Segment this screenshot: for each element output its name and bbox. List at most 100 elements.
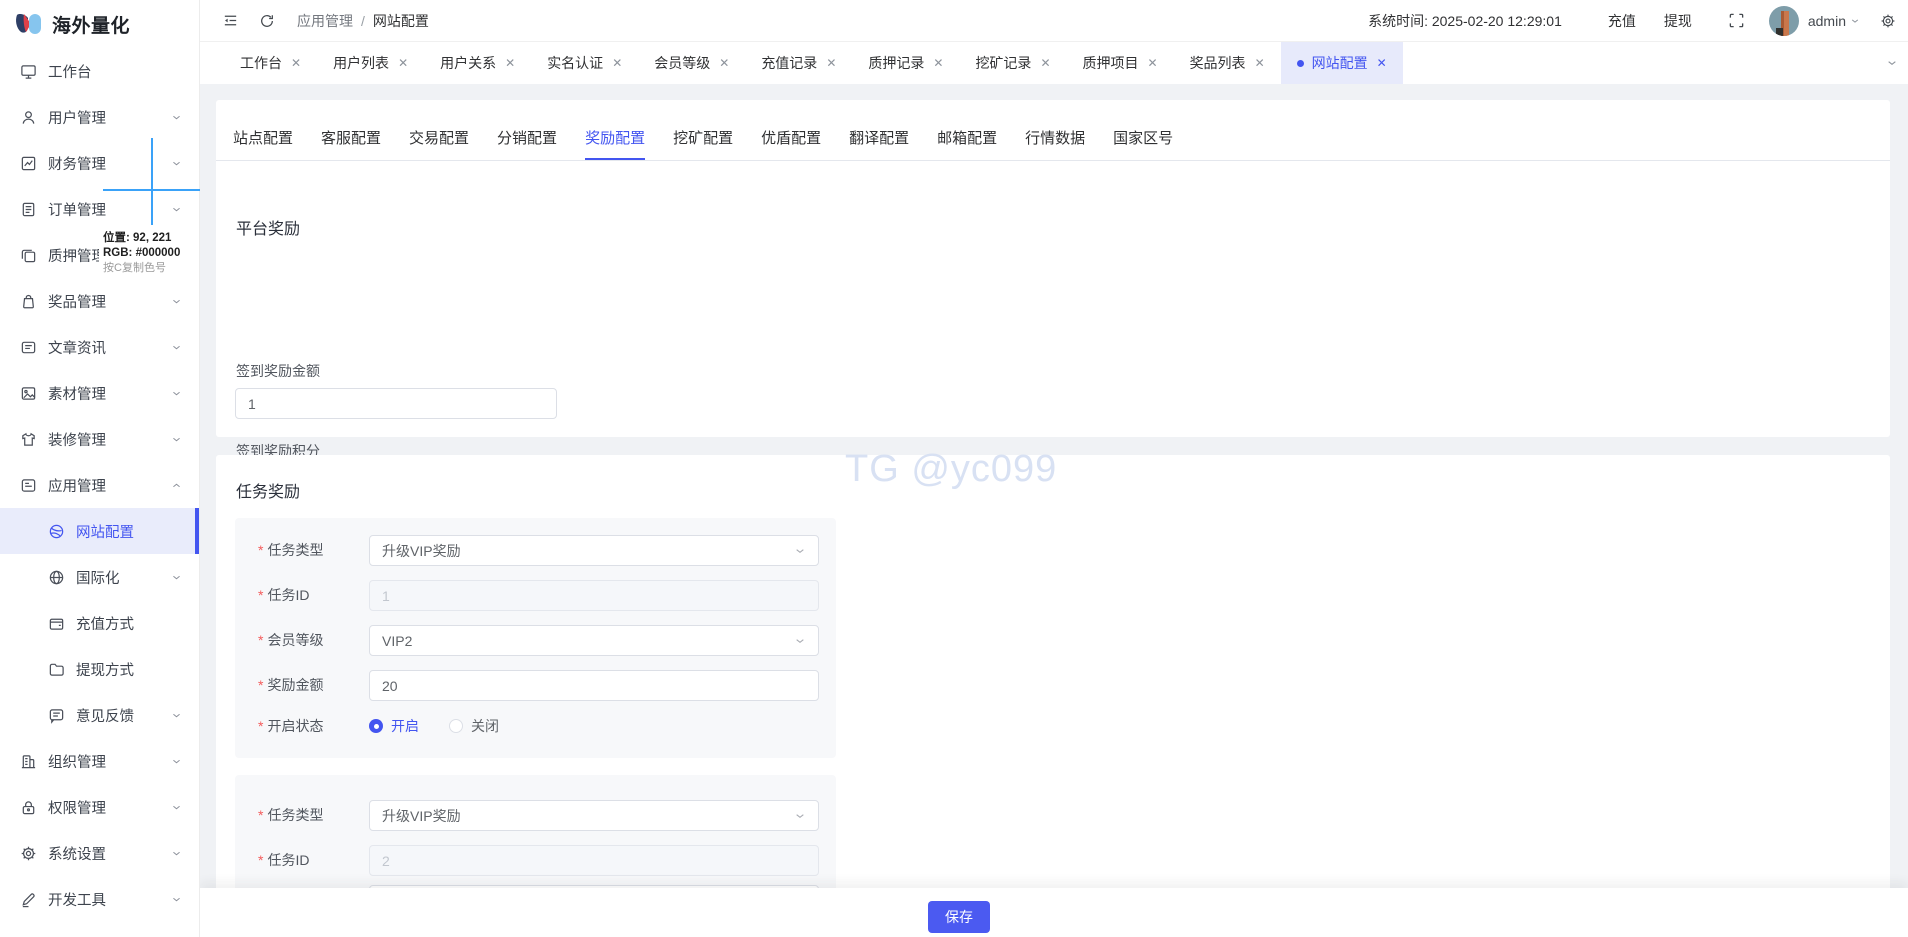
app-window-icon — [20, 477, 37, 494]
close-icon[interactable]: ✕ — [719, 57, 729, 69]
monitor-icon — [20, 63, 37, 80]
close-icon[interactable]: ✕ — [291, 57, 301, 69]
sidebar-menu: 工作台 用户管理 财务管理 订单管理 质押管理 — [0, 48, 199, 922]
sidebar-item-withdraw-methods[interactable]: 提现方式 — [0, 646, 199, 692]
config-tab-translate[interactable]: 翻译配置 — [849, 114, 909, 160]
close-icon[interactable]: ✕ — [1148, 57, 1158, 69]
close-icon[interactable]: ✕ — [826, 57, 836, 69]
close-icon[interactable]: ✕ — [1377, 57, 1387, 69]
radio-unselected-icon — [449, 719, 463, 733]
tab-prize-list[interactable]: 奖品列表✕ — [1174, 42, 1281, 84]
breadcrumb-parent[interactable]: 应用管理 — [297, 11, 353, 31]
tab-user-list[interactable]: 用户列表 ✕ — [317, 42, 424, 84]
sidebar-item-system-settings[interactable]: 系统设置 — [0, 830, 199, 876]
config-tab-reward-active[interactable]: 奖励配置 — [585, 114, 645, 160]
sidebar-item-applications[interactable]: 应用管理 — [0, 462, 199, 508]
sidebar-item-finance[interactable]: 财务管理 — [0, 140, 199, 186]
chevron-down-icon — [171, 572, 182, 583]
vip-level-select[interactable]: VIP2 — [369, 625, 819, 656]
close-icon[interactable]: ✕ — [398, 57, 408, 69]
signin-amount-input[interactable] — [235, 388, 557, 419]
tab-label: 用户列表 — [333, 53, 389, 73]
vip-level-value: VIP2 — [382, 633, 412, 649]
required-asterisk: * — [258, 852, 263, 868]
config-tab-trade[interactable]: 交易配置 — [409, 114, 469, 160]
tab-pledge-records[interactable]: 质押记录✕ — [852, 42, 959, 84]
user-icon — [20, 109, 37, 126]
sidebar-item-permissions[interactable]: 权限管理 — [0, 784, 199, 830]
tabbar-dropdown-chevron-icon[interactable] — [1886, 42, 1898, 84]
top-header: 应用管理 / 网站配置 系统时间: 2025-02-20 12:29:01 充值… — [200, 0, 1908, 42]
config-tab-country-code[interactable]: 国家区号 — [1113, 114, 1173, 160]
close-icon[interactable]: ✕ — [505, 57, 515, 69]
sidebar-item-orders[interactable]: 订单管理 — [0, 186, 199, 232]
sidebar-item-site-config[interactable]: 网站配置 — [0, 508, 199, 554]
fullscreen-icon[interactable] — [1728, 12, 1745, 29]
sidebar-item-label: 订单管理 — [48, 199, 106, 220]
tab-label: 用户关系 — [440, 53, 496, 73]
tab-site-config-active[interactable]: 网站配置✕ — [1281, 42, 1403, 84]
config-tab-market-data[interactable]: 行情数据 — [1025, 114, 1085, 160]
tab-mining-records[interactable]: 挖矿记录✕ — [959, 42, 1066, 84]
sidebar-item-prizes[interactable]: 奖品管理 — [0, 278, 199, 324]
close-icon[interactable]: ✕ — [1255, 57, 1265, 69]
sidebar-item-recharge-methods[interactable]: 充值方式 — [0, 600, 199, 646]
sidebar-item-assets[interactable]: 素材管理 — [0, 370, 199, 416]
chevron-down-icon — [794, 635, 806, 647]
page-tabbar: 工作台✕ 用户列表 ✕ 用户关系 ✕ 实名认证✕ 会员等级✕ 充值记录✕ 质押记录✕… — [200, 42, 1908, 84]
header-right: 系统时间: 2025-02-20 12:29:01 充值 提现 admin — [1368, 6, 1908, 36]
sidebar-item-organization[interactable]: 组织管理 — [0, 738, 199, 784]
sidebar-item-label: 工作台 — [48, 61, 92, 82]
picker-position: 位置: 92, 221 — [103, 231, 180, 246]
breadcrumb-current: 网站配置 — [373, 11, 429, 31]
sidebar-item-label: 意见反馈 — [76, 705, 134, 726]
picker-tooltip: 位置: 92, 221 RGB: #000000 按C复制色号 — [99, 229, 184, 278]
task-block-1: *任务类型 升级VIP奖励 *任务ID 1 *会员等级 VIP2 *奖励金额 — [235, 518, 836, 758]
tab-kyc[interactable]: 实名认证✕ — [531, 42, 638, 84]
sidebar-item-label: 应用管理 — [48, 475, 106, 496]
sidebar-item-i18n[interactable]: 国际化 — [0, 554, 199, 600]
save-button[interactable]: 保存 — [928, 901, 990, 933]
status-off-radio[interactable]: 关闭 — [449, 716, 499, 736]
gear-icon — [20, 845, 37, 862]
config-tab-service[interactable]: 客服配置 — [321, 114, 381, 160]
status-on-radio[interactable]: 开启 — [369, 716, 419, 736]
tab-user-relations[interactable]: 用户关系 ✕ — [424, 42, 531, 84]
close-icon[interactable]: ✕ — [612, 57, 622, 69]
task-type-select[interactable]: 升级VIP奖励 — [369, 535, 819, 566]
task-type-row: *任务类型 升级VIP奖励 — [235, 800, 836, 831]
tab-vip-levels[interactable]: 会员等级✕ — [638, 42, 745, 84]
sidebar-item-users[interactable]: 用户管理 — [0, 94, 199, 140]
chevron-down-icon — [171, 756, 182, 767]
sidebar-item-articles[interactable]: 文章资讯 — [0, 324, 199, 370]
user-menu[interactable]: admin — [1808, 13, 1860, 29]
chevron-down-icon — [171, 848, 182, 859]
platform-reward-title: 平台奖励 — [236, 215, 300, 239]
sidebar-fold-icon[interactable] — [222, 12, 239, 29]
task-id-row: *任务ID 1 — [235, 580, 836, 611]
avatar[interactable] — [1769, 6, 1799, 36]
withdraw-link[interactable]: 提现 — [1664, 11, 1692, 31]
sidebar-item-label: 素材管理 — [48, 383, 106, 404]
close-icon[interactable]: ✕ — [933, 57, 943, 69]
tab-pledge-projects[interactable]: 质押项目✕ — [1067, 42, 1174, 84]
config-tab-mining[interactable]: 挖矿配置 — [673, 114, 733, 160]
close-icon[interactable]: ✕ — [1040, 57, 1050, 69]
reward-amount-input[interactable] — [369, 670, 819, 701]
config-tab-youdun[interactable]: 优盾配置 — [761, 114, 821, 160]
tab-recharge-records[interactable]: 充值记录✕ — [745, 42, 852, 84]
refresh-icon[interactable] — [259, 13, 275, 29]
recharge-link[interactable]: 充值 — [1608, 11, 1636, 31]
task-type-select[interactable]: 升级VIP奖励 — [369, 800, 819, 831]
sidebar-item-dev-tools[interactable]: 开发工具 — [0, 876, 199, 922]
config-tab-mailbox[interactable]: 邮箱配置 — [937, 114, 997, 160]
tab-workbench[interactable]: 工作台✕ — [224, 42, 317, 84]
config-tab-distribution[interactable]: 分销配置 — [497, 114, 557, 160]
copy-documents-icon — [20, 247, 37, 264]
sidebar-item-feedback[interactable]: 意见反馈 — [0, 692, 199, 738]
config-tab-site[interactable]: 站点配置 — [233, 114, 293, 160]
sidebar-item-workbench[interactable]: 工作台 — [0, 48, 199, 94]
user-name-label: admin — [1808, 13, 1846, 29]
sidebar-item-decoration[interactable]: 装修管理 — [0, 416, 199, 462]
settings-gear-icon[interactable] — [1880, 13, 1896, 29]
